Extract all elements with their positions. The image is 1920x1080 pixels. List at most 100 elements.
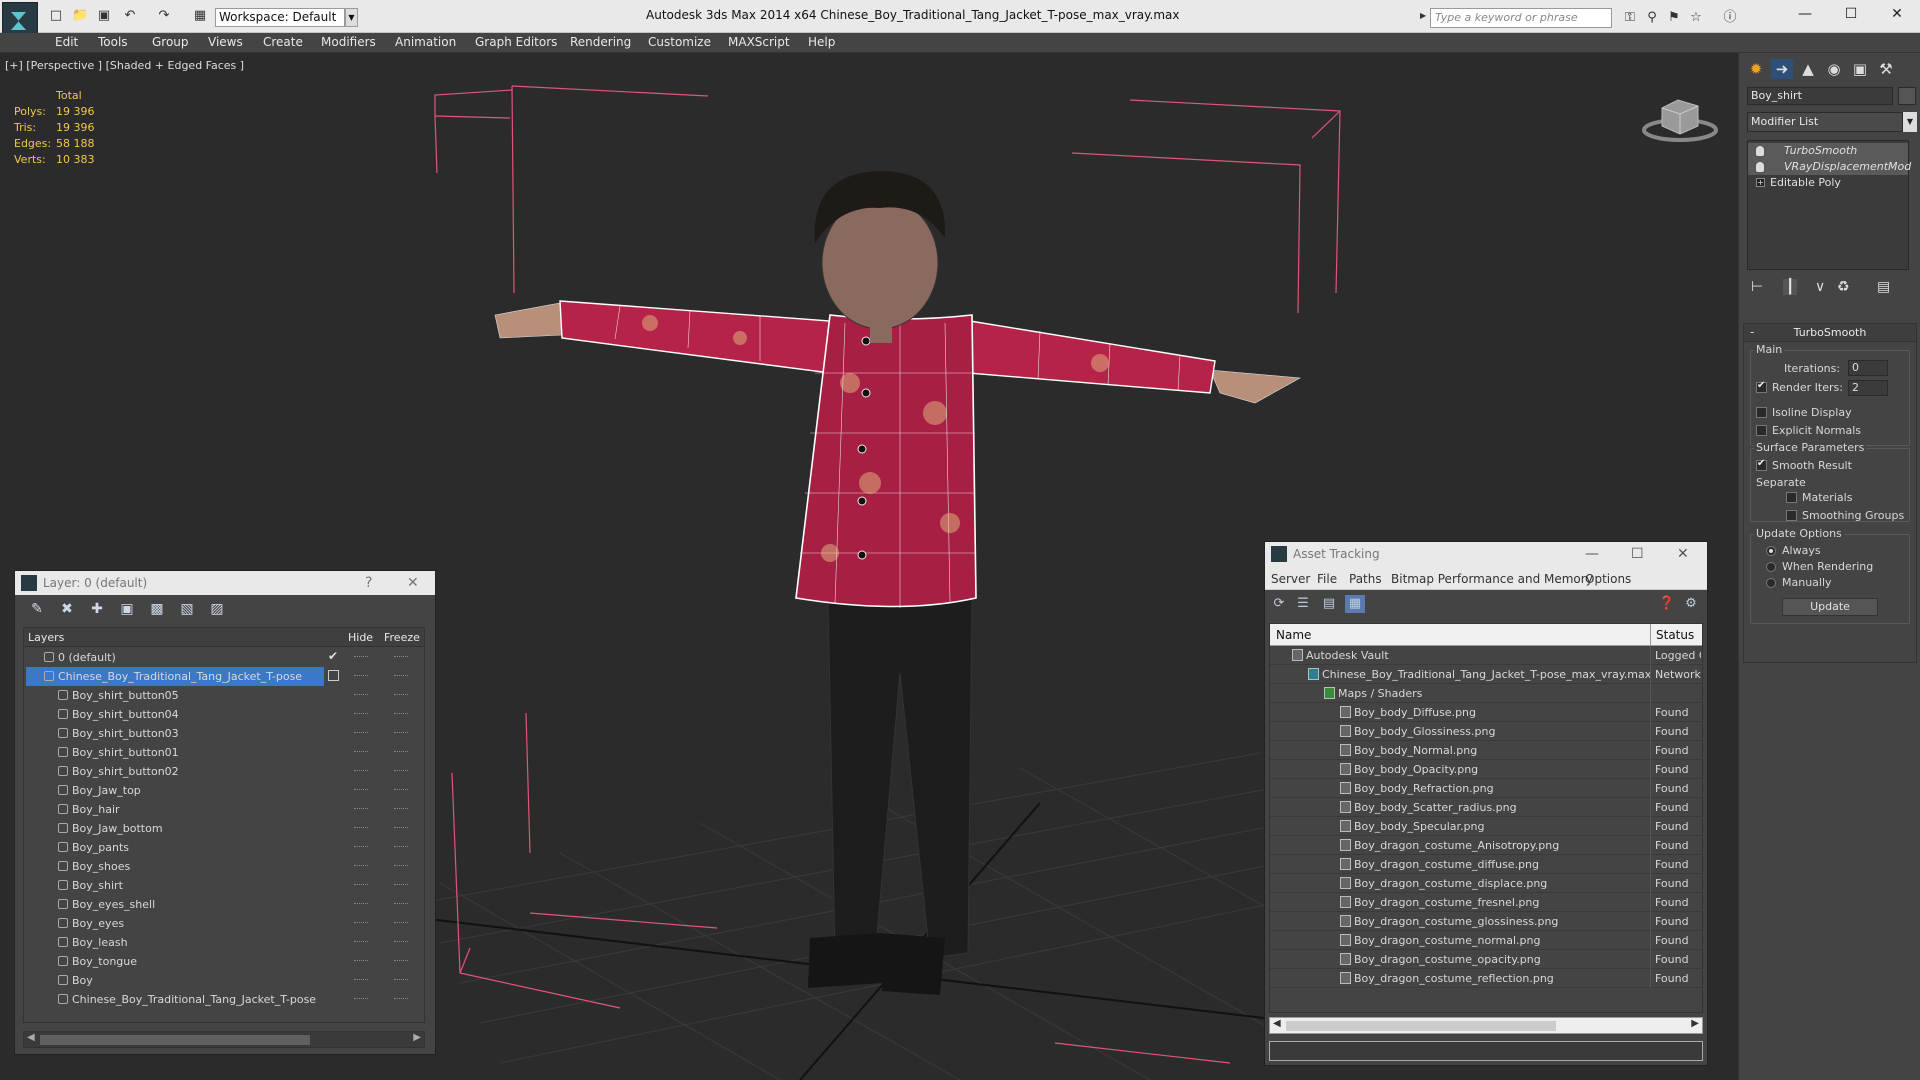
chevron-down-icon[interactable]: ▼ (1903, 112, 1917, 132)
hide-toggle[interactable] (354, 694, 368, 696)
help-icon[interactable]: ⓘ (1722, 10, 1738, 26)
asset-row[interactable]: Boy_dragon_costume_displace.png Found (1270, 874, 1702, 893)
favorites-star-icon[interactable]: ☆ (1688, 10, 1704, 26)
remove-modifier-icon[interactable]: ♻ (1837, 279, 1850, 295)
viewport-label[interactable]: [+] [Perspective ] [Shaded + Edged Faces… (5, 59, 244, 72)
hide-all-layers-icon[interactable]: ▧ (177, 600, 197, 618)
hide-toggle[interactable] (354, 865, 368, 867)
asset-list[interactable]: Name Status Autodesk Vault Logged CChines… (1269, 623, 1703, 1013)
stack-item-vraydisplacement[interactable]: VRayDisplacementMod (1748, 159, 1911, 175)
layer-row[interactable]: Boy_tongue (24, 952, 424, 971)
update-button[interactable]: Update (1782, 598, 1878, 616)
close-icon[interactable]: ✕ (1677, 546, 1689, 562)
menu-edit[interactable]: Edit (55, 35, 78, 49)
new-file-icon[interactable]: □ (48, 8, 64, 24)
object-color-swatch[interactable] (1898, 87, 1916, 105)
menu-tools[interactable]: Tools (98, 35, 128, 49)
scroll-left-icon[interactable]: ◀ (1273, 1018, 1281, 1029)
pin-stack-icon[interactable]: ⊢ (1751, 279, 1763, 295)
add-to-layer-icon[interactable]: ✚ (87, 600, 107, 618)
layer-row[interactable]: Boy_eyes (24, 914, 424, 933)
layer-row[interactable]: Chinese_Boy_Traditional_Tang_Jacket_T-po… (24, 667, 424, 686)
layer-row[interactable]: Boy_shirt_button03 (24, 724, 424, 743)
modifier-stack[interactable]: TurboSmooth VRayDisplacementMod + Editabl… (1747, 140, 1911, 270)
hide-toggle[interactable] (354, 656, 368, 658)
hide-toggle[interactable] (354, 903, 368, 905)
make-unique-icon[interactable]: ∨ (1815, 279, 1825, 295)
freeze-toggle[interactable] (394, 903, 408, 905)
create-layer-icon[interactable]: ✎ (27, 600, 47, 618)
isoline-display-checkbox[interactable] (1756, 407, 1767, 418)
project-folder-icon[interactable]: ▦ (192, 8, 208, 24)
horizontal-scrollbar[interactable]: ◀ ▶ (23, 1031, 425, 1048)
asset-row[interactable]: Boy_dragon_costume_fresnel.png Found (1270, 893, 1702, 912)
chevron-down-icon[interactable]: ▼ (345, 8, 358, 27)
freeze-toggle[interactable] (394, 732, 408, 734)
layer-row[interactable]: Boy_shoes (24, 857, 424, 876)
select-objects-icon[interactable]: ▣ (117, 600, 137, 618)
hide-toggle[interactable] (354, 675, 368, 677)
materials-checkbox[interactable] (1786, 492, 1797, 503)
menu-server[interactable]: Server (1271, 572, 1310, 586)
asset-row[interactable]: Boy_body_Glossiness.png Found (1270, 722, 1702, 741)
when-rendering-radio[interactable] (1766, 562, 1776, 572)
smooth-result-checkbox[interactable] (1756, 458, 1767, 471)
hide-toggle[interactable] (354, 770, 368, 772)
asset-row[interactable]: Boy_body_Opacity.png Found (1270, 760, 1702, 779)
lightbulb-icon[interactable] (1756, 162, 1764, 172)
menu-group[interactable]: Group (152, 35, 189, 49)
column-hide[interactable]: Hide (348, 631, 373, 644)
open-file-icon[interactable]: 📁 (72, 8, 88, 24)
settings-icon[interactable]: ⚙ (1681, 595, 1701, 613)
freeze-toggle[interactable] (394, 922, 408, 924)
undo-icon[interactable]: ↶ (122, 8, 138, 24)
layer-row[interactable]: Chinese_Boy_Traditional_Tang_Jacket_T-po… (24, 990, 424, 1009)
hide-toggle[interactable] (354, 922, 368, 924)
current-layer-check-icon[interactable]: ✔ (328, 649, 338, 663)
rollout-header[interactable]: - TurboSmooth (1744, 324, 1916, 342)
layer-row[interactable]: 0 (default) ✔ (24, 648, 424, 667)
show-end-result-icon[interactable]: ┃ (1783, 279, 1798, 295)
help-icon[interactable]: ❓ (1657, 595, 1677, 613)
help-button[interactable]: ? (365, 575, 372, 591)
menu-file[interactable]: File (1317, 572, 1337, 586)
redo-icon[interactable]: ↷ (156, 8, 172, 24)
menu-create[interactable]: Create (263, 35, 303, 49)
freeze-toggle[interactable] (394, 827, 408, 829)
render-iters-checkbox[interactable] (1756, 380, 1767, 393)
iterations-spinner[interactable]: 0 (1848, 360, 1888, 376)
freeze-toggle[interactable] (394, 979, 408, 981)
configure-sets-icon[interactable]: ▤ (1877, 279, 1890, 295)
asset-row[interactable]: Boy_dragon_costume_diffuse.png Found (1270, 855, 1702, 874)
layer-row[interactable]: Boy_Jaw_top (24, 781, 424, 800)
layer-row[interactable]: Boy_Jaw_bottom (24, 819, 424, 838)
asset-row[interactable]: Boy_body_Diffuse.png Found (1270, 703, 1702, 722)
freeze-toggle[interactable] (394, 675, 408, 677)
search-expand-icon[interactable]: ▶ (1420, 11, 1426, 20)
modify-tab-icon[interactable]: ➜ (1771, 59, 1793, 79)
communication-center-icon[interactable]: ⚑ (1666, 10, 1682, 26)
modifier-list-dropdown[interactable]: Modifier List (1747, 112, 1903, 132)
layer-row[interactable]: Boy_shirt_button02 (24, 762, 424, 781)
asset-row[interactable]: Boy_dragon_costume_Anisotropy.png Found (1270, 836, 1702, 855)
hide-toggle[interactable] (354, 960, 368, 962)
freeze-toggle[interactable] (394, 865, 408, 867)
hide-toggle[interactable] (354, 979, 368, 981)
scroll-thumb[interactable] (1286, 1021, 1556, 1031)
column-freeze[interactable]: Freeze (384, 631, 420, 644)
asset-row[interactable]: Maps / Shaders (1270, 684, 1702, 703)
column-name[interactable]: Name (1276, 628, 1311, 642)
asset-row[interactable]: Boy_body_Normal.png Found (1270, 741, 1702, 760)
always-radio[interactable] (1766, 546, 1776, 556)
layer-panel-titlebar[interactable]: Layer: 0 (default) ? ✕ (15, 571, 435, 595)
smoothing-groups-checkbox[interactable] (1786, 510, 1797, 521)
workspace-dropdown[interactable]: Workspace: Default (215, 8, 345, 27)
layer-row[interactable]: Boy_pants (24, 838, 424, 857)
freeze-toggle[interactable] (394, 713, 408, 715)
freeze-toggle[interactable] (394, 808, 408, 810)
viewcube-icon[interactable] (1640, 88, 1720, 148)
hierarchy-tab-icon[interactable]: ▲ (1797, 59, 1819, 79)
minimize-button[interactable]: — (1790, 4, 1820, 24)
freeze-toggle[interactable] (394, 694, 408, 696)
binoculars-icon[interactable]: ⚿ (1622, 10, 1638, 26)
